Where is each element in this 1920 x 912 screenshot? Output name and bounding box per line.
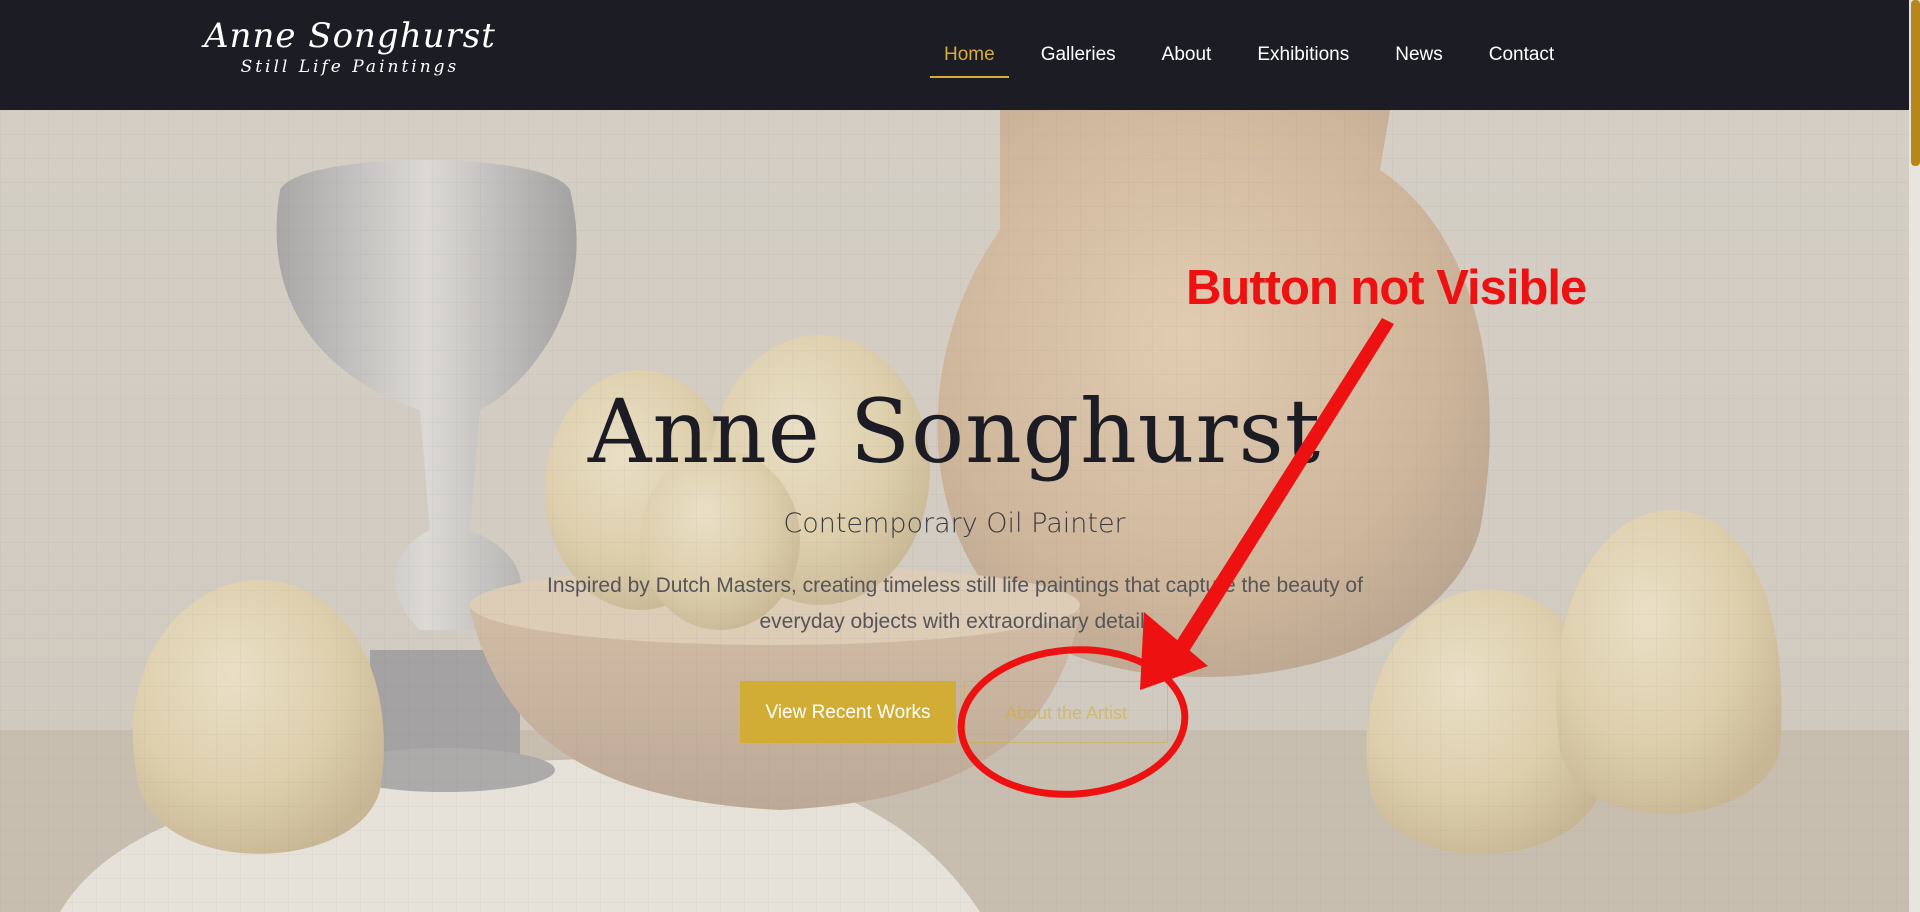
about-the-artist-button[interactable]: About the Artist (964, 681, 1168, 743)
hero-section: Anne Songhurst Contemporary Oil Painter … (0, 110, 1909, 912)
nav-item-contact[interactable]: Contact (1475, 0, 1568, 110)
hero-subtitle: Contemporary Oil Painter (783, 508, 1126, 539)
page: Anne Songhurst Still Life Paintings Home… (0, 0, 1920, 912)
main-nav: Home Galleries About Exhibitions News Co… (930, 0, 1586, 110)
page-scrollbar[interactable] (1909, 0, 1920, 912)
site-logo[interactable]: Anne Songhurst Still Life Paintings (204, 16, 496, 78)
nav-item-galleries[interactable]: Galleries (1027, 0, 1130, 110)
scrollbar-thumb[interactable] (1911, 0, 1920, 166)
nav-item-news[interactable]: News (1381, 0, 1457, 110)
logo-subtitle: Still Life Paintings (240, 57, 460, 77)
hero-description: Inspired by Dutch Masters, creating time… (547, 574, 1363, 633)
hero-title: Anne Songhurst (587, 380, 1322, 483)
view-recent-works-button[interactable]: View Recent Works (740, 681, 956, 743)
nav-item-exhibitions[interactable]: Exhibitions (1243, 0, 1363, 110)
nav-item-about[interactable]: About (1148, 0, 1226, 110)
logo-title: Anne Songhurst (204, 16, 496, 56)
nav-item-home[interactable]: Home (930, 0, 1009, 110)
annotation-text: Button not Visible (1186, 261, 1587, 315)
site-header: Anne Songhurst Still Life Paintings Home… (0, 0, 1909, 110)
